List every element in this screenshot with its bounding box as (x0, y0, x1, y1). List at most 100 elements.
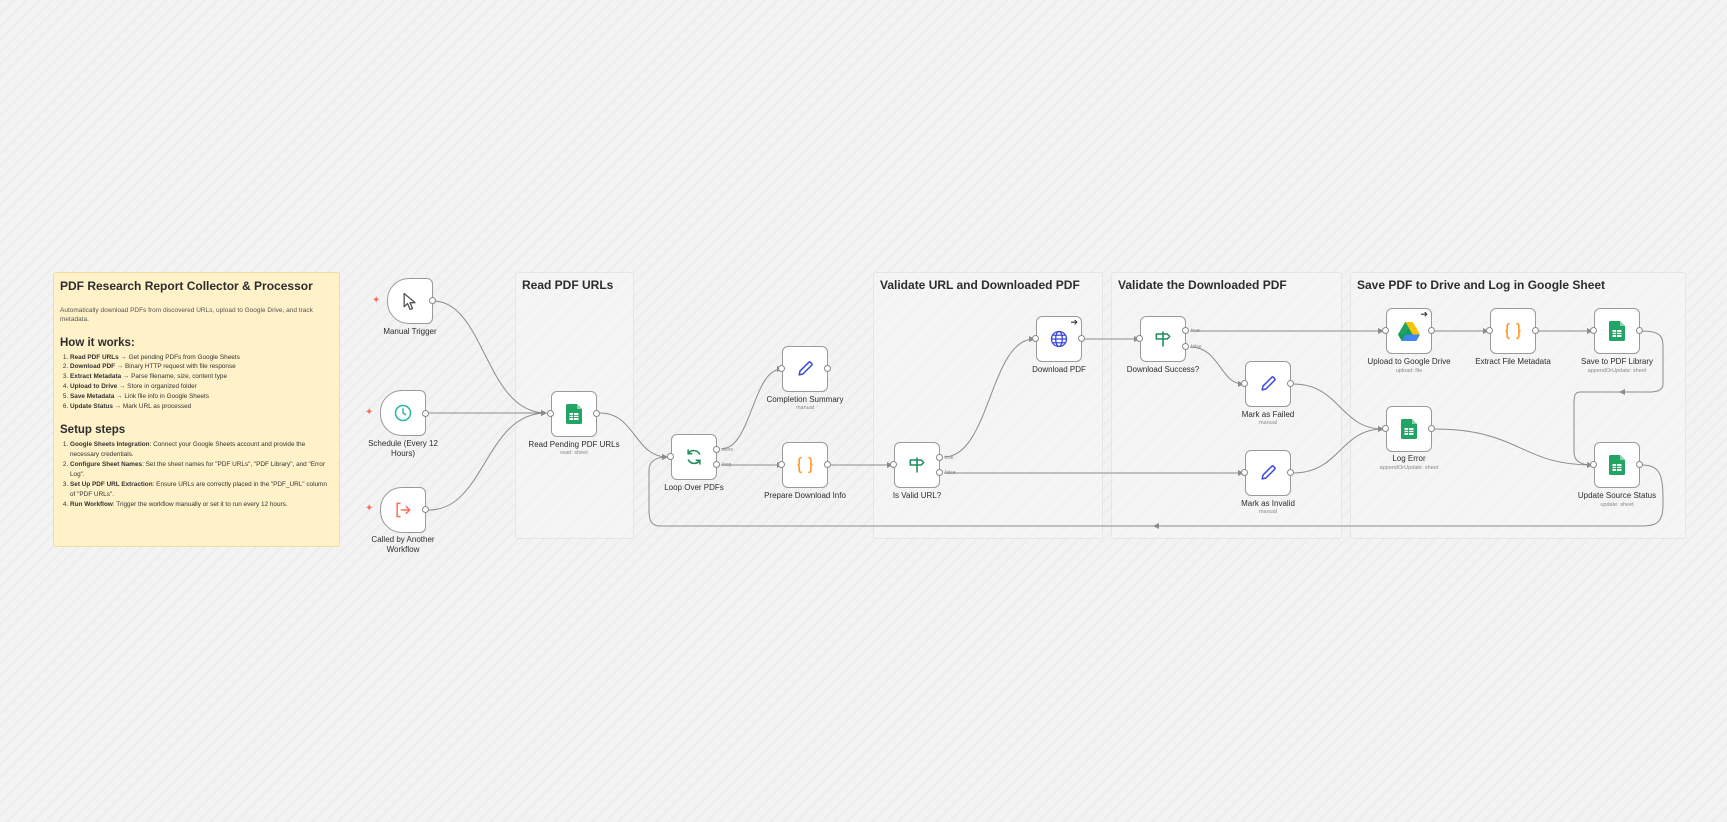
output-port[interactable] (1078, 335, 1085, 342)
output-port-true[interactable] (1182, 327, 1189, 334)
output-port-false[interactable] (1182, 343, 1189, 350)
how-step: Read PDF URLs → Get pending PDFs from Go… (70, 353, 333, 363)
node-subtitle: manual (1258, 420, 1278, 426)
output-port-done[interactable] (713, 446, 720, 453)
node-mark-as-invalid[interactable] (1245, 450, 1291, 496)
output-port[interactable] (1636, 327, 1643, 334)
node-label: Read Pending PDF URLs (528, 440, 620, 449)
output-port[interactable] (824, 461, 831, 468)
node-read-pending[interactable] (551, 391, 597, 437)
loop-icon (687, 449, 701, 465)
sticky-title: PDF Research Report Collector & Processo… (60, 279, 313, 293)
node-subtitle: manual (1258, 509, 1278, 515)
input-port[interactable] (1241, 469, 1248, 476)
node-label: Log Error (1392, 454, 1426, 463)
setup-step: Configure Sheet Names: Set the sheet nam… (70, 460, 333, 480)
how-step: Save Metadata → Link file info in Google… (70, 392, 333, 402)
node-schedule[interactable] (380, 390, 426, 436)
node-loop[interactable] (671, 434, 717, 480)
input-port[interactable] (1382, 425, 1389, 432)
output-port[interactable] (593, 410, 600, 417)
input-port[interactable] (547, 410, 554, 417)
output-port-loop[interactable] (713, 461, 720, 468)
port-label-false: false (945, 470, 956, 476)
port-label-done: done (722, 447, 734, 453)
port-label-true: true (1191, 328, 1200, 334)
port-label-false: false (1191, 344, 1202, 350)
code-braces-icon (797, 456, 813, 474)
node-label: Update Source Status (1577, 491, 1657, 500)
setup-step: Google Sheets Integration: Connect your … (70, 440, 333, 460)
node-download-success[interactable] (1140, 316, 1186, 362)
node-label: Schedule (Every 12 Hours) (368, 439, 438, 458)
sign-in-icon (396, 502, 411, 518)
setup-step: Set Up PDF URL Extraction: Ensure URLs a… (70, 480, 333, 500)
output-port[interactable] (1287, 380, 1294, 387)
output-port[interactable] (1532, 327, 1539, 334)
node-subtitle: appendOrUpdate: sheet (1587, 368, 1647, 374)
execute-arrow-icon: ➔ (1070, 317, 1078, 327)
output-port[interactable] (429, 297, 436, 304)
output-port[interactable] (1428, 327, 1435, 334)
node-prepare-download[interactable] (782, 442, 828, 488)
node-download-pdf[interactable]: ➔ (1036, 316, 1082, 362)
node-label: Completion Summary (766, 395, 844, 404)
input-port[interactable] (1032, 335, 1039, 342)
output-port[interactable] (1428, 425, 1435, 432)
code-braces-icon (1505, 322, 1521, 340)
node-update-source-status[interactable] (1594, 442, 1640, 488)
node-mark-as-failed[interactable] (1245, 361, 1291, 407)
input-port[interactable] (778, 461, 785, 468)
google-drive-icon (1398, 321, 1420, 341)
input-port[interactable] (1486, 327, 1493, 334)
clock-icon (394, 404, 412, 422)
sticky-note[interactable]: PDF Research Report Collector & Processo… (53, 272, 340, 547)
node-label: Mark as Failed (1241, 410, 1295, 419)
how-step: Download PDF → Binary HTTP request with … (70, 362, 333, 372)
node-extract-metadata[interactable] (1490, 308, 1536, 354)
setup-steps-heading: Setup steps (60, 424, 126, 437)
input-port[interactable] (1382, 327, 1389, 334)
output-port-true[interactable] (936, 454, 943, 461)
globe-icon (1050, 330, 1068, 348)
node-save-pdf-library[interactable] (1594, 308, 1640, 354)
port-label-loop: loop (722, 462, 732, 468)
how-step: Upload to Drive → Store in organized fol… (70, 382, 333, 392)
input-port[interactable] (1590, 461, 1597, 468)
node-label: Download Success? (1126, 365, 1200, 374)
port-label-true: true (945, 455, 954, 461)
output-port[interactable] (824, 365, 831, 372)
node-is-valid-url[interactable] (894, 442, 940, 488)
input-port[interactable] (890, 461, 897, 468)
setup-step: Run Workflow: Trigger the workflow manua… (70, 500, 333, 510)
input-port[interactable] (667, 453, 674, 460)
signpost-icon (909, 457, 925, 473)
input-port[interactable] (778, 365, 785, 372)
node-subtitle: update: sheet (1600, 502, 1634, 508)
output-port[interactable] (1636, 461, 1643, 468)
trigger-bolt-icon: ✦ (372, 295, 381, 306)
group-title: Save PDF to Drive and Log in Google Shee… (1357, 278, 1606, 292)
sticky-description: Automatically download PDFs from discove… (60, 307, 313, 323)
how-it-works-heading: How it works: (60, 336, 135, 349)
setup-steps-list: Google Sheets Integration: Connect your … (60, 440, 333, 509)
trigger-bolt-icon: ✦ (365, 503, 374, 514)
google-sheets-icon (1401, 419, 1417, 439)
node-manual-trigger[interactable] (387, 278, 433, 324)
node-subtitle: upload: file (1395, 368, 1423, 374)
node-called-by-workflow[interactable] (380, 487, 426, 533)
node-label: Save to PDF Library (1580, 357, 1654, 366)
output-port[interactable] (422, 506, 429, 513)
output-port[interactable] (1287, 469, 1294, 476)
input-port[interactable] (1590, 327, 1597, 334)
node-log-error[interactable] (1386, 406, 1432, 452)
input-port[interactable] (1241, 380, 1248, 387)
output-port-false[interactable] (936, 469, 943, 476)
group-title: Validate URL and Downloaded PDF (880, 278, 1080, 292)
node-completion-summary[interactable] (782, 346, 828, 392)
output-port[interactable] (422, 410, 429, 417)
node-upload-google-drive[interactable]: ➔ (1386, 308, 1432, 354)
input-port[interactable] (1136, 335, 1143, 342)
pencil-icon (1261, 465, 1276, 480)
node-label: Mark as Invalid (1241, 499, 1295, 508)
